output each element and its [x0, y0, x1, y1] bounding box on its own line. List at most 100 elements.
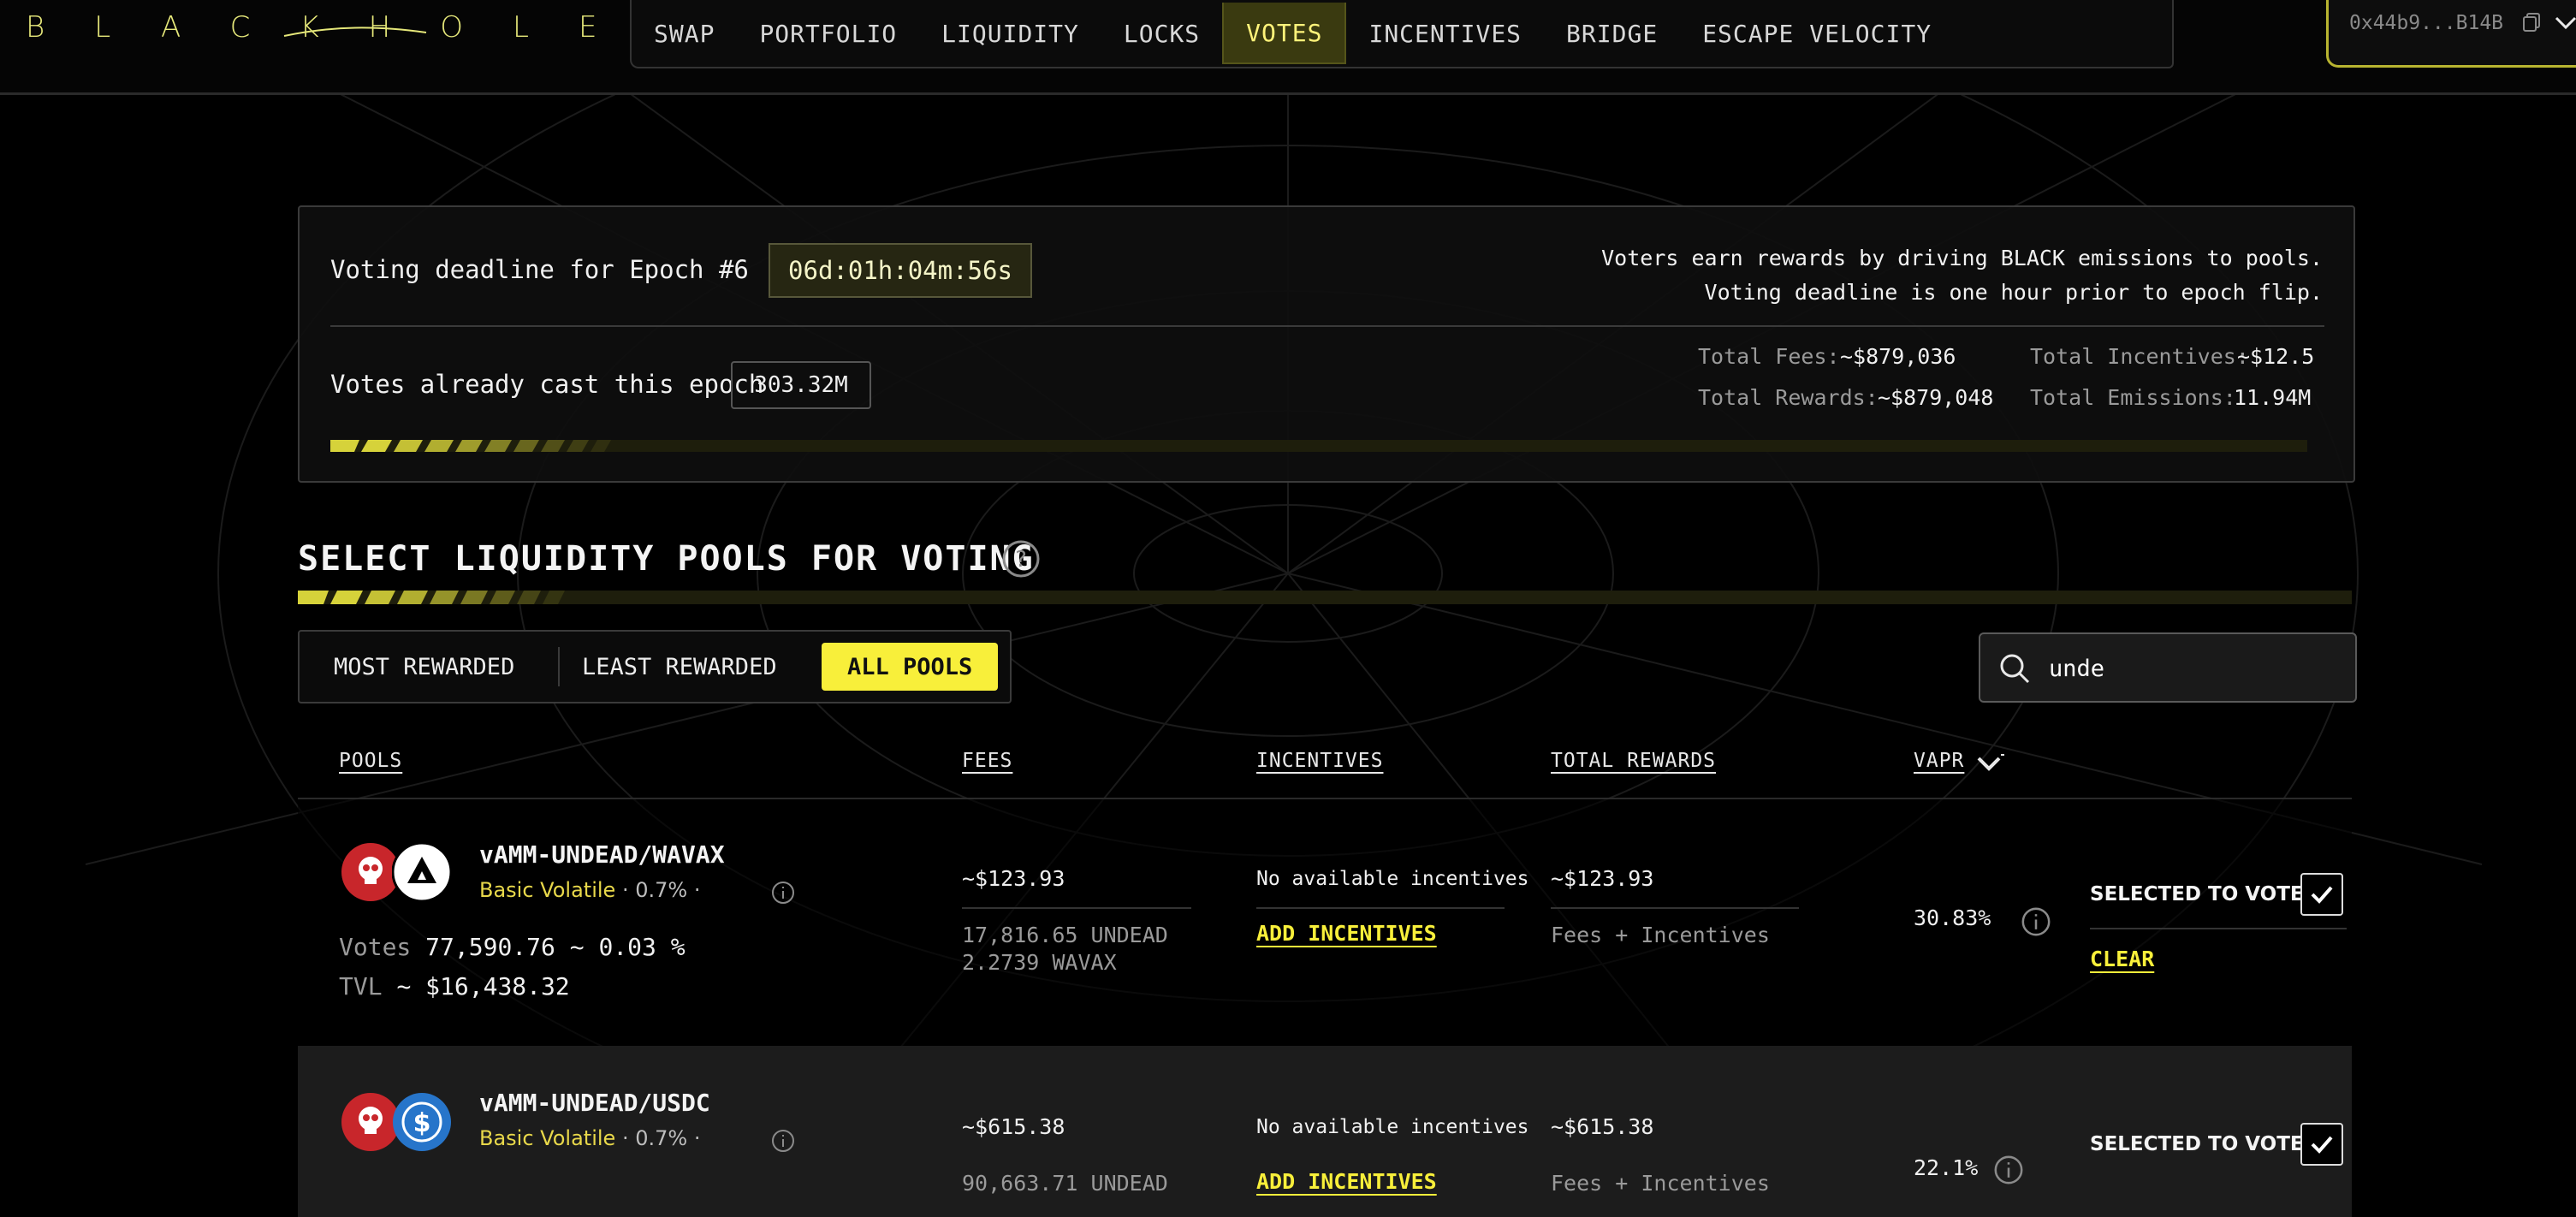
votes-percent: 0.03 %: [598, 933, 686, 961]
total-fees-value: ~$879,036: [1840, 344, 1956, 369]
info-icon[interactable]: [2020, 905, 2052, 938]
logo-swoosh-icon: [283, 27, 427, 37]
top-header: BLACKHOLE SWAP PORTFOLIO LIQUIDITY LOCKS…: [0, 0, 2576, 95]
pool-name[interactable]: vAMM-UNDEAD/WAVAX: [479, 840, 725, 869]
incentives-text: No available incentives: [1256, 868, 1529, 890]
wallet-address: 0x44b9...B14B: [2349, 12, 2504, 34]
pool-fee-tier: 0.7%: [635, 1126, 688, 1150]
incentives-text: No available incentives: [1256, 1116, 1529, 1138]
fees-token1: 90,663.71 UNDEAD: [962, 1171, 1168, 1196]
search-icon: [2000, 654, 2030, 684]
table-row[interactable]: $ vAMM-UNDEAD/USDC Basic Volatile · 0.7%…: [298, 1046, 2352, 1217]
pool-votes: Votes 77,590.76 ~ 0.03 %: [339, 933, 686, 961]
pools-table-header: POOLS FEES INCENTIVES TOTAL REWARDS VAPR: [298, 738, 2352, 799]
voting-note: Voters earn rewards by driving BLACK emi…: [1601, 241, 2323, 310]
nav-locks[interactable]: LOCKS: [1101, 3, 1222, 64]
votes-label: Votes: [339, 933, 412, 961]
epoch-panel: Voting deadline for Epoch #6 06d:01h:04m…: [298, 205, 2355, 483]
voting-note-line1: Voters earn rewards by driving BLACK emi…: [1601, 246, 2323, 270]
pool-type: Basic Volatile · 0.7% ·: [479, 878, 700, 902]
epoch-progress-bar: [330, 440, 2307, 452]
info-icon[interactable]: [1992, 1154, 2025, 1186]
nav-bridge[interactable]: BRIDGE: [1544, 3, 1680, 64]
cell-divider: [2090, 928, 2347, 929]
tab-most-rewarded[interactable]: MOST REWARDED: [334, 632, 514, 702]
nav-portfolio[interactable]: PORTFOLIO: [737, 3, 919, 64]
separator: ·: [693, 878, 701, 902]
voting-note-line2: Voting deadline is one hour prior to epo…: [1704, 280, 2323, 305]
usdc-token-icon: $: [393, 1093, 451, 1151]
col-total-rewards[interactable]: TOTAL REWARDS: [1551, 750, 1716, 772]
clear-vote-link[interactable]: CLEAR: [2090, 947, 2154, 971]
cell-divider: [1256, 907, 1505, 909]
copy-icon[interactable]: [2522, 12, 2541, 33]
votes-cast-value: 303.32M: [731, 361, 871, 409]
section-title-underline: [298, 591, 2352, 604]
info-icon[interactable]: [770, 1128, 796, 1154]
tab-divider: [558, 647, 560, 686]
col-vapr[interactable]: VAPR: [1914, 750, 1964, 772]
wallet-button[interactable]: 0x44b9...B14B: [2326, 0, 2576, 68]
col-pools[interactable]: POOLS: [339, 750, 402, 772]
total-rewards-value: ~$879,048: [1878, 385, 1994, 410]
chevron-down-icon[interactable]: [2553, 12, 2576, 33]
votes-cast-label: Votes already cast this epoch: [330, 370, 764, 399]
pool-type-label: Basic Volatile: [479, 1126, 616, 1150]
nav-escape-velocity[interactable]: ESCAPE VELOCITY: [1680, 3, 1954, 64]
panel-divider: [330, 325, 2324, 327]
nav-votes[interactable]: VOTES: [1222, 3, 1347, 64]
tab-all-pools[interactable]: ALL POOLS: [822, 643, 999, 691]
fees-value: ~$123.93: [962, 866, 1065, 891]
sort-desc-icon[interactable]: [1975, 751, 2006, 775]
cell-divider: [1551, 907, 1799, 909]
col-incentives[interactable]: INCENTIVES: [1256, 750, 1383, 772]
vote-checkbox[interactable]: [2300, 1123, 2343, 1166]
total-rewards-value: ~$615.38: [1551, 1114, 1654, 1139]
pool-filter-tabs: MOST REWARDED LEAST REWARDED ALL POOLS: [298, 630, 1012, 703]
checkmark-icon: [2311, 886, 2333, 904]
pool-fee-tier: 0.7%: [635, 878, 688, 902]
total-incentives-value: ~$12.5: [2237, 344, 2315, 369]
vapr-value: 22.1%: [1914, 1155, 1979, 1180]
pool-tvl: TVL ~ $16,438.32: [339, 972, 570, 1000]
separator: ·: [621, 1126, 636, 1150]
main-nav: SWAP PORTFOLIO LIQUIDITY LOCKS VOTES INC…: [630, 0, 2174, 68]
info-icon[interactable]: [770, 880, 796, 905]
search-input[interactable]: [2047, 646, 2342, 691]
nav-incentives[interactable]: INCENTIVES: [1346, 3, 1544, 64]
pool-search: [1979, 632, 2357, 703]
total-incentives-label: Total Incentives:: [2030, 344, 2249, 369]
selected-to-vote-label: SELECTED TO VOTE: [2090, 883, 2304, 905]
epoch-countdown: 06d:01h:04m:56s: [769, 243, 1032, 298]
add-incentives-link[interactable]: ADD INCENTIVES: [1256, 921, 1437, 946]
total-fees-label: Total Fees:: [1698, 344, 1840, 369]
pool-type: Basic Volatile · 0.7% ·: [479, 1126, 700, 1150]
selected-to-vote-label: SELECTED TO VOTE: [2090, 1133, 2304, 1155]
vapr-value: 30.83%: [1914, 905, 1991, 930]
tvl-value: ~ $16,438.32: [396, 972, 570, 1000]
total-emissions-label: Total Emissions:: [2030, 385, 2236, 410]
voting-deadline-label: Voting deadline for Epoch #6: [330, 255, 749, 284]
fees-token2: 2.2739 WAVAX: [962, 950, 1117, 975]
svg-text:?: ?: [1015, 547, 1027, 573]
help-icon[interactable]: ?: [1001, 539, 1041, 579]
fees-value: ~$615.38: [962, 1114, 1065, 1139]
tab-least-rewarded[interactable]: LEAST REWARDED: [582, 632, 777, 702]
nav-swap[interactable]: SWAP: [632, 3, 737, 64]
cell-divider: [962, 907, 1191, 909]
table-row[interactable]: vAMM-UNDEAD/WAVAX Basic Volatile · 0.7% …: [298, 799, 2352, 1046]
vote-checkbox[interactable]: [2300, 873, 2343, 916]
separator: ·: [621, 878, 636, 902]
nav-liquidity[interactable]: LIQUIDITY: [919, 3, 1101, 64]
total-rewards-sub: Fees + Incentives: [1551, 1171, 1770, 1196]
section-title: SELECT LIQUIDITY POOLS FOR VOTING: [298, 539, 1035, 579]
total-rewards-sub: Fees + Incentives: [1551, 923, 1770, 947]
add-incentives-link[interactable]: ADD INCENTIVES: [1256, 1169, 1437, 1194]
fees-token1: 17,816.65 UNDEAD: [962, 923, 1168, 947]
total-emissions-value: 11.94M: [2234, 385, 2312, 410]
col-fees[interactable]: FEES: [962, 750, 1012, 772]
votes-value: 77,590.76 ~: [425, 933, 585, 961]
pool-type-label: Basic Volatile: [479, 878, 616, 902]
pool-name[interactable]: vAMM-UNDEAD/USDC: [479, 1089, 710, 1117]
wavax-token-icon: [392, 842, 452, 902]
